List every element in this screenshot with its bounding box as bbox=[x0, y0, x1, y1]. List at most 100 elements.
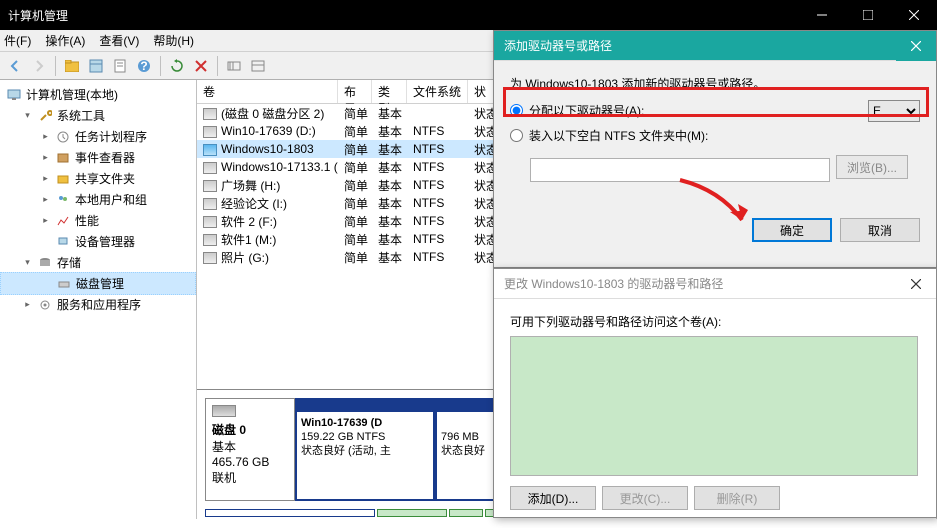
cancel-button[interactable]: 取消 bbox=[840, 218, 920, 242]
volume-name: 照片 (G:) bbox=[221, 251, 269, 265]
folder-icon[interactable] bbox=[61, 55, 83, 77]
share-icon bbox=[55, 171, 71, 187]
volume-name: 广场舞 (H:) bbox=[221, 179, 280, 193]
tree-storage[interactable]: 存储 bbox=[0, 252, 196, 273]
col-volume[interactable]: 卷 bbox=[197, 80, 338, 103]
tree-shared-folders[interactable]: 共享文件夹 bbox=[0, 168, 196, 189]
dialog-close-button[interactable] bbox=[896, 269, 936, 299]
partition-size: 159.22 GB NTFS bbox=[301, 430, 429, 444]
drive-paths-listbox[interactable] bbox=[510, 336, 918, 476]
volume-fs: NTFS bbox=[407, 142, 468, 156]
tree-device-manager[interactable]: 设备管理器 bbox=[0, 231, 196, 252]
tree-task-scheduler[interactable]: 任务计划程序 bbox=[0, 126, 196, 147]
delete-icon[interactable] bbox=[190, 55, 212, 77]
expander-icon[interactable] bbox=[22, 110, 33, 121]
option-assign-letter[interactable]: 分配以下驱动器号(A): E bbox=[510, 102, 920, 119]
dialog-titlebar[interactable]: 更改 Windows10-1803 的驱动器号和路径 bbox=[494, 269, 936, 299]
volume-type: 基本 bbox=[372, 105, 407, 122]
tree-disk-management[interactable]: 磁盘管理 bbox=[0, 272, 196, 295]
menu-file[interactable]: 件(F) bbox=[4, 32, 31, 49]
dialog-intro: 可用下列驱动器号和路径访问这个卷(A): bbox=[510, 313, 920, 330]
expander-icon[interactable] bbox=[40, 194, 51, 205]
folder-path-input[interactable] bbox=[530, 158, 830, 182]
volume-name: 软件 2 (F:) bbox=[221, 215, 277, 229]
volume-name: 经验论文 (I:) bbox=[221, 197, 287, 211]
close-button[interactable] bbox=[891, 0, 937, 30]
volume-type: 基本 bbox=[372, 141, 407, 158]
tree-panel: 计算机管理(本地) 系统工具 任务计划程序 事件查看器 共享文件夹 本地用户和组 bbox=[0, 80, 197, 519]
menu-action[interactable]: 操作(A) bbox=[45, 32, 85, 49]
dialog-close-button[interactable] bbox=[896, 31, 936, 61]
option-mount-folder[interactable]: 装入以下空白 NTFS 文件夹中(M): bbox=[510, 127, 920, 144]
volume-fs: NTFS bbox=[407, 160, 468, 174]
volume-name: 软件1 (M:) bbox=[221, 233, 276, 247]
properties-icon[interactable] bbox=[109, 55, 131, 77]
tree-performance[interactable]: 性能 bbox=[0, 210, 196, 231]
expander-icon[interactable] bbox=[40, 215, 51, 226]
volume-fs: NTFS bbox=[407, 232, 468, 246]
refresh-icon[interactable] bbox=[166, 55, 188, 77]
disk-type: 基本 bbox=[212, 438, 288, 455]
col-layout[interactable]: 布局 bbox=[338, 80, 372, 103]
maximize-button[interactable] bbox=[845, 0, 891, 30]
minimize-button[interactable] bbox=[799, 0, 845, 30]
help-icon[interactable]: ? bbox=[133, 55, 155, 77]
volume-fs: NTFS bbox=[407, 250, 468, 264]
volume-layout: 简单 bbox=[338, 141, 372, 158]
col-type[interactable]: 类型 bbox=[372, 80, 407, 103]
volume-layout: 简单 bbox=[338, 159, 372, 176]
volume-fs: NTFS bbox=[407, 196, 468, 210]
titlebar: 计算机管理 bbox=[0, 0, 937, 30]
volume-icon bbox=[203, 126, 217, 138]
tree-label: 事件查看器 bbox=[75, 149, 135, 166]
tree-root[interactable]: 计算机管理(本地) bbox=[0, 84, 196, 105]
tree-label: 服务和应用程序 bbox=[57, 296, 141, 313]
window-title: 计算机管理 bbox=[8, 7, 68, 24]
expander-icon[interactable] bbox=[40, 173, 51, 184]
ok-button[interactable]: 确定 bbox=[752, 218, 832, 242]
change-button[interactable]: 更改(C)... bbox=[602, 486, 688, 510]
forward-button[interactable] bbox=[28, 55, 50, 77]
disk-size: 465.76 GB bbox=[212, 455, 288, 469]
settings-icon[interactable] bbox=[223, 55, 245, 77]
volume-icon bbox=[203, 216, 217, 228]
disk-label-box[interactable]: 磁盘 0 基本 465.76 GB 联机 bbox=[205, 398, 295, 501]
remove-button[interactable]: 删除(R) bbox=[694, 486, 780, 510]
expander-icon[interactable] bbox=[40, 131, 51, 142]
volume-name: Windows10-1803 bbox=[221, 142, 314, 156]
add-button[interactable]: 添加(D)... bbox=[510, 486, 596, 510]
partition-2[interactable]: 796 MB 状态良好 bbox=[435, 398, 495, 501]
dialog-titlebar[interactable]: 添加驱动器号或路径 bbox=[494, 31, 936, 61]
partition-1[interactable]: Win10-17639 (D 159.22 GB NTFS 状态良好 (活动, … bbox=[295, 398, 435, 501]
volume-type: 基本 bbox=[372, 123, 407, 140]
tools-icon bbox=[37, 108, 53, 124]
expander-icon[interactable] bbox=[22, 299, 33, 310]
col-filesystem[interactable]: 文件系统 bbox=[407, 80, 468, 103]
volume-name: (磁盘 0 磁盘分区 2) bbox=[221, 107, 324, 121]
view-icon[interactable] bbox=[85, 55, 107, 77]
volume-icon bbox=[203, 180, 217, 192]
storage-icon bbox=[37, 255, 53, 271]
partition-status: 状态良好 bbox=[441, 444, 489, 458]
back-button[interactable] bbox=[4, 55, 26, 77]
radio-assign-letter[interactable] bbox=[510, 104, 523, 117]
option-label: 装入以下空白 NTFS 文件夹中(M): bbox=[529, 127, 708, 144]
clock-icon bbox=[55, 129, 71, 145]
list-icon[interactable] bbox=[247, 55, 269, 77]
volume-fs: NTFS bbox=[407, 124, 468, 138]
radio-mount-folder[interactable] bbox=[510, 129, 523, 142]
expander-icon[interactable] bbox=[22, 257, 33, 268]
menu-help[interactable]: 帮助(H) bbox=[153, 32, 194, 49]
tree-local-users[interactable]: 本地用户和组 bbox=[0, 189, 196, 210]
volume-name: Win10-17639 (D:) bbox=[221, 124, 316, 138]
tree-system-tools[interactable]: 系统工具 bbox=[0, 105, 196, 126]
disk-icon bbox=[212, 405, 236, 417]
expander-icon[interactable] bbox=[40, 152, 51, 163]
drive-letter-select[interactable]: E bbox=[868, 100, 920, 122]
tree-event-viewer[interactable]: 事件查看器 bbox=[0, 147, 196, 168]
menu-view[interactable]: 查看(V) bbox=[99, 32, 139, 49]
browse-button[interactable]: 浏览(B)... bbox=[836, 155, 908, 179]
tree-services[interactable]: 服务和应用程序 bbox=[0, 294, 196, 315]
volume-icon bbox=[203, 162, 217, 174]
volume-layout: 简单 bbox=[338, 123, 372, 140]
